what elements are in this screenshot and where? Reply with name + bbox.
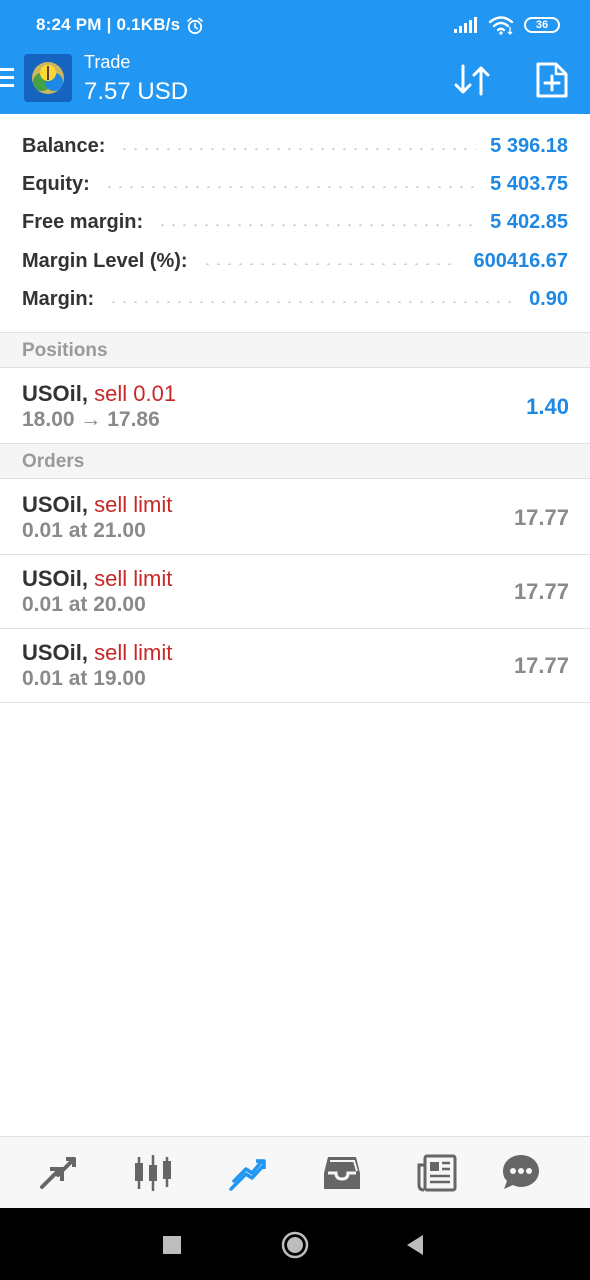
system-icons: 36 — [453, 15, 560, 37]
free-margin-value: 5 402.85 — [490, 210, 568, 233]
margin-label: Margin: — [22, 287, 95, 310]
square-icon — [163, 1236, 181, 1254]
chart-icon — [135, 1155, 171, 1191]
bottom-navigation — [0, 1136, 590, 1208]
order-current-price: 17.77 — [513, 505, 569, 530]
status-speed: 0.1KB/s — [116, 15, 181, 34]
account-summary: Balance: 5 396.18 Equity: 5 403.75 Free … — [0, 114, 590, 332]
margin-level-value: 600416.67 — [473, 249, 568, 272]
quotes-icon — [40, 1157, 76, 1189]
new-order-button[interactable] — [530, 58, 574, 102]
position-side: sell 0.01 — [94, 381, 177, 406]
positions-header: Positions — [0, 332, 590, 368]
margin-value: 0.90 — [529, 287, 568, 310]
order-symbol: USOil, — [22, 640, 89, 665]
orders-title: Orders — [22, 451, 85, 472]
position-prices: 18.00 → 17.86 — [22, 408, 160, 431]
nav-trade[interactable] — [226, 1151, 270, 1195]
order-detail: 0.01 at 19.00 — [22, 667, 146, 690]
new-order-icon — [536, 62, 568, 98]
dotted-leader — [108, 301, 516, 303]
equity-row: Equity: 5 403.75 — [22, 165, 568, 203]
order-type: sell limit — [94, 566, 173, 591]
system-navigation-bar — [0, 1208, 590, 1280]
home-button[interactable] — [280, 1230, 310, 1260]
position-profit: 1.40 — [526, 394, 569, 419]
nav-chat[interactable] — [499, 1151, 543, 1195]
balance-label: Balance: — [22, 134, 106, 157]
dotted-leader — [119, 148, 477, 150]
order-symbol: USOil, — [22, 566, 89, 591]
margin-row: Margin: 0.90 — [22, 280, 568, 318]
status-text: 8:24 PM | 0.1KB/s — [36, 15, 181, 34]
order-symbol: USOil, — [22, 492, 89, 517]
menu-icon[interactable] — [0, 66, 16, 95]
account-profit: 7.57 USD — [84, 78, 189, 105]
news-icon — [417, 1154, 457, 1192]
position-row[interactable]: USOil, sell 0.01 18.00 → 17.86 1.40 — [0, 370, 590, 444]
order-current-price: 17.77 — [513, 579, 569, 604]
positions-title: Positions — [22, 340, 108, 361]
back-triangle-icon — [407, 1235, 423, 1255]
history-icon — [324, 1157, 360, 1189]
trade-icon — [229, 1159, 266, 1191]
order-current-price: 17.77 — [513, 653, 569, 678]
nav-quotes[interactable] — [36, 1151, 80, 1195]
circle-icon — [281, 1231, 309, 1259]
margin-level-label: Margin Level (%): — [22, 249, 188, 272]
order-row[interactable]: USOil, sell limit 0.01 at 19.00 17.77 — [0, 629, 590, 703]
equity-label: Equity: — [22, 172, 90, 195]
screen-title: Trade — [84, 52, 131, 72]
sort-button[interactable] — [451, 58, 495, 102]
margin-level-row: Margin Level (%): 600416.67 — [22, 242, 568, 280]
dotted-leader — [201, 263, 460, 265]
recent-apps-button[interactable] — [157, 1230, 187, 1260]
nav-chart[interactable] — [131, 1151, 175, 1195]
status-time: 8:24 PM — [36, 15, 102, 34]
back-button[interactable] — [401, 1230, 431, 1260]
signal-icon — [454, 17, 478, 33]
status-bar: 8:24 PM | 0.1KB/s 36 — [0, 0, 590, 52]
balance-value: 5 396.18 — [490, 134, 568, 157]
order-row[interactable]: USOil, sell limit 0.01 at 20.00 17.77 — [0, 555, 590, 629]
wifi-icon — [488, 16, 513, 35]
free-margin-label: Free margin: — [22, 210, 144, 233]
balance-row: Balance: 5 396.18 — [22, 127, 568, 165]
position-symbol: USOil, — [22, 381, 89, 406]
app-logo-icon — [24, 54, 72, 102]
chat-icon — [503, 1155, 539, 1189]
order-detail: 0.01 at 21.00 — [22, 519, 146, 542]
dotted-leader — [157, 224, 477, 226]
free-margin-row: Free margin: 5 402.85 — [22, 203, 568, 241]
battery-icon: 36 — [524, 17, 560, 33]
alarm-icon — [186, 17, 204, 40]
orders-header: Orders — [0, 443, 590, 479]
dotted-leader — [103, 186, 477, 188]
order-type: sell limit — [94, 492, 173, 517]
app-header: 8:24 PM | 0.1KB/s 36 Trade 7.57 USD — [0, 0, 590, 114]
order-detail: 0.01 at 20.00 — [22, 593, 146, 616]
nav-news[interactable] — [415, 1151, 459, 1195]
sort-icon — [454, 64, 490, 96]
order-type: sell limit — [94, 640, 173, 665]
equity-value: 5 403.75 — [490, 172, 568, 195]
nav-history[interactable] — [320, 1151, 364, 1195]
order-row[interactable]: USOil, sell limit 0.01 at 21.00 17.77 — [0, 481, 590, 555]
